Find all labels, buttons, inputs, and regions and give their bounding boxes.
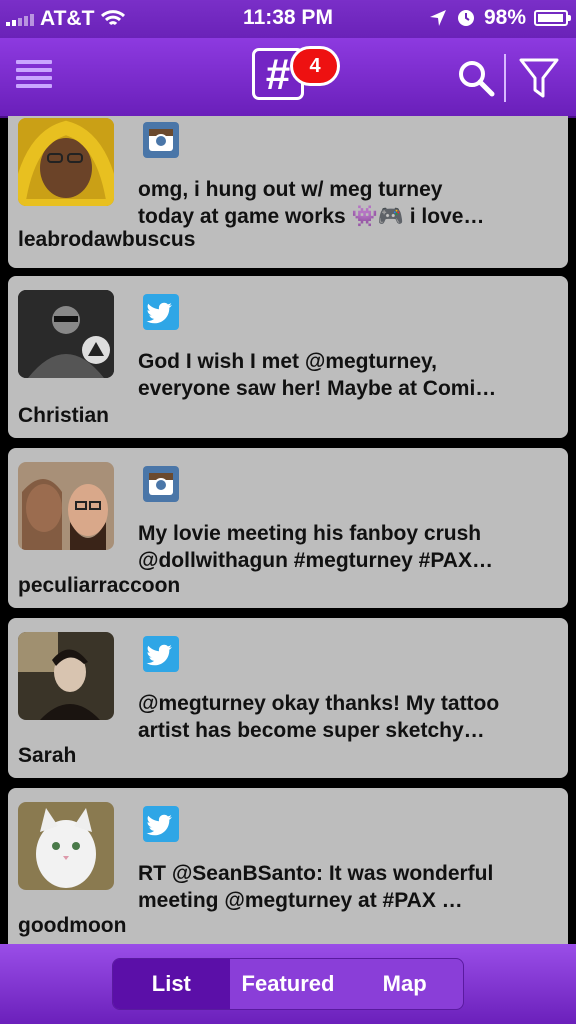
post-text-line: everyone saw her! Maybe at Comi… bbox=[138, 377, 497, 400]
post-text-line: omg, i hung out w/ meg turney bbox=[138, 178, 443, 201]
location-arrow-icon bbox=[429, 10, 446, 26]
post-text: My lovie meeting his fanboy crush @dollw… bbox=[138, 520, 538, 574]
view-switcher: List Featured Map bbox=[112, 958, 464, 1010]
post-text-line: @dollwithagun #megturney #PAX… bbox=[138, 549, 493, 572]
post-text-line: God I wish I met @megturney, bbox=[138, 350, 437, 373]
post-card[interactable]: My lovie meeting his fanboy crush @dollw… bbox=[8, 448, 568, 608]
tab-map[interactable]: Map bbox=[346, 959, 463, 1009]
battery-icon bbox=[534, 10, 571, 26]
post-card[interactable]: omg, i hung out w/ meg turney today at g… bbox=[8, 116, 568, 268]
post-text: @megturney okay thanks! My tattoo artist… bbox=[138, 690, 538, 744]
avatar bbox=[18, 462, 114, 550]
avatar bbox=[18, 802, 114, 890]
notification-badge[interactable]: 4 bbox=[290, 46, 340, 86]
search-icon[interactable] bbox=[456, 58, 496, 98]
post-card[interactable]: @megturney okay thanks! My tattoo artist… bbox=[8, 618, 568, 778]
avatar bbox=[18, 632, 114, 720]
post-text-line: meeting @megturney at #PAX … bbox=[138, 889, 463, 912]
nav-bar: # 4 bbox=[0, 38, 576, 118]
post-username: peculiarraccoon bbox=[18, 574, 181, 597]
twitter-icon bbox=[143, 636, 179, 672]
post-feed[interactable]: omg, i hung out w/ meg turney today at g… bbox=[0, 116, 576, 944]
post-username: leabrodawbuscus bbox=[18, 228, 196, 251]
avatar bbox=[18, 290, 114, 378]
post-text-line: My lovie meeting his fanboy crush bbox=[138, 522, 482, 545]
post-card[interactable]: RT @SeanBSanto: It was wonderful meeting… bbox=[8, 788, 568, 944]
tab-list[interactable]: List bbox=[113, 959, 230, 1009]
filter-icon[interactable] bbox=[518, 56, 560, 100]
post-text-line: artist has become super sketchy… bbox=[138, 719, 485, 742]
avatar bbox=[18, 118, 114, 206]
post-username: goodmoon bbox=[18, 914, 127, 937]
menu-icon[interactable] bbox=[16, 60, 52, 92]
post-card[interactable]: God I wish I met @megturney, everyone sa… bbox=[8, 276, 568, 438]
post-username: Sarah bbox=[18, 744, 77, 767]
bottom-tab-bar: List Featured Map bbox=[0, 944, 576, 1024]
post-text-line: @megturney okay thanks! My tattoo bbox=[138, 692, 500, 715]
post-username: Christian bbox=[18, 404, 110, 427]
instagram-icon bbox=[143, 466, 179, 502]
battery-percent: 98% bbox=[483, 6, 526, 29]
status-bar: AT&T 11:38 PM 98% bbox=[0, 0, 576, 38]
instagram-icon bbox=[143, 122, 179, 158]
post-text-line: today at game works 👾🎮 i love… bbox=[138, 205, 485, 228]
nav-divider bbox=[504, 54, 506, 102]
post-text: RT @SeanBSanto: It was wonderful meeting… bbox=[138, 860, 538, 914]
post-text: God I wish I met @megturney, everyone sa… bbox=[138, 348, 538, 402]
post-text-line: RT @SeanBSanto: It was wonderful bbox=[138, 862, 494, 885]
twitter-icon bbox=[143, 806, 179, 842]
alarm-clock-icon bbox=[457, 10, 474, 26]
tab-featured[interactable]: Featured bbox=[230, 959, 347, 1009]
post-text: omg, i hung out w/ meg turney today at g… bbox=[138, 176, 538, 230]
twitter-icon bbox=[143, 294, 179, 330]
